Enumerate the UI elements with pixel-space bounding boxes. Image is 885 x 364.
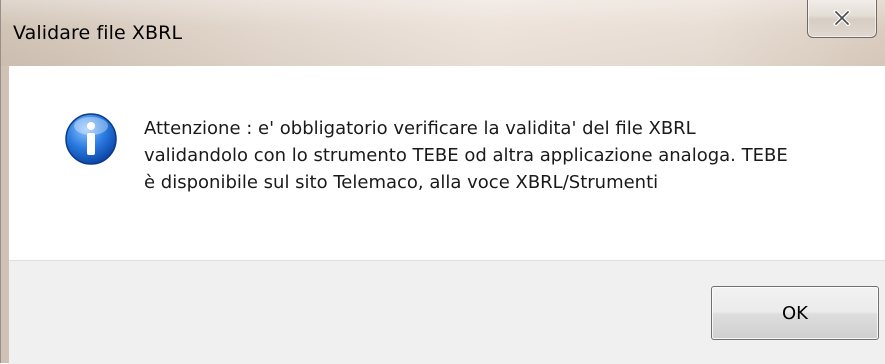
message-text: Attenzione : e' obbligatorio verificare … xyxy=(144,115,844,196)
ok-button[interactable]: OK xyxy=(711,286,879,340)
close-button[interactable] xyxy=(807,0,877,38)
message-line: è disponibile sul sito Telemaco, alla vo… xyxy=(144,172,659,193)
message-dialog: Validare file XBRL Attenzione: e' obbli… xyxy=(0,0,885,364)
window-title: Validare file XBRL xyxy=(13,22,183,44)
message-line: validandolo con lo strumento TEBE od alt… xyxy=(144,145,788,166)
message-line: Attenzione : e' obbligatorio verificare … xyxy=(144,118,696,139)
close-icon xyxy=(833,9,851,26)
info-icon xyxy=(63,111,119,167)
title-bar[interactable]: Validare file XBRL xyxy=(1,0,885,66)
button-bar: OK xyxy=(9,260,885,364)
dialog-content: Attenzione : e' obbligatorio verificare … xyxy=(9,66,885,260)
